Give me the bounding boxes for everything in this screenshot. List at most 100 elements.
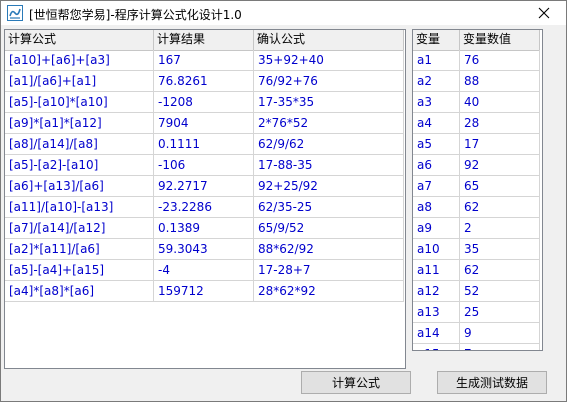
- variable-name-cell[interactable]: a1: [413, 50, 460, 71]
- confirm-cell[interactable]: 76/92+76: [254, 71, 404, 92]
- table-row[interactable]: a11 62: [413, 260, 540, 281]
- table-row[interactable]: [a5]-[a10]*[a10] -1208 17-35*35: [5, 92, 404, 113]
- variable-name-cell[interactable]: a15: [413, 344, 460, 350]
- formula-cell[interactable]: [a5]-[a2]-[a10]: [5, 155, 154, 176]
- result-cell[interactable]: 167: [154, 50, 254, 71]
- formula-grid[interactable]: 计算公式 计算结果 确认公式 [a10]+[a6]+[a3] 167 35+92…: [4, 29, 406, 369]
- confirm-cell[interactable]: 35+92+40: [254, 50, 404, 71]
- variable-value-cell[interactable]: 28: [460, 113, 540, 134]
- formula-cell[interactable]: [a5]-[a4]+[a15]: [5, 260, 154, 281]
- variable-value-cell[interactable]: 25: [460, 302, 540, 323]
- variable-value-cell[interactable]: 65: [460, 176, 540, 197]
- variable-name-cell[interactable]: a13: [413, 302, 460, 323]
- table-row[interactable]: a9 2: [413, 218, 540, 239]
- formula-cell[interactable]: [a11]/[a10]-[a13]: [5, 197, 154, 218]
- variable-grid[interactable]: 变量 变量数值 a1 76 a2 88 a3 40 a4 28 a5 17 a6 92 a7…: [412, 29, 543, 351]
- column-header-formula[interactable]: 计算公式: [5, 30, 154, 50]
- table-row[interactable]: a4 28: [413, 113, 540, 134]
- result-cell[interactable]: -1208: [154, 92, 254, 113]
- table-row[interactable]: [a7]/[a14]/[a12] 0.1389 65/9/52: [5, 218, 404, 239]
- table-row[interactable]: [a4]*[a8]*[a6] 159712 28*62*92: [5, 281, 404, 302]
- result-cell[interactable]: 7904: [154, 113, 254, 134]
- table-row[interactable]: [a9]*[a1]*[a12] 7904 2*76*52: [5, 113, 404, 134]
- variable-name-cell[interactable]: a2: [413, 71, 460, 92]
- variable-name-cell[interactable]: a3: [413, 92, 460, 113]
- variable-value-cell[interactable]: 7: [460, 344, 540, 350]
- result-cell[interactable]: 159712: [154, 281, 254, 302]
- variable-value-cell[interactable]: 35: [460, 239, 540, 260]
- result-cell[interactable]: -23.2286: [154, 197, 254, 218]
- variable-value-cell[interactable]: 62: [460, 260, 540, 281]
- table-row[interactable]: a13 25: [413, 302, 540, 323]
- result-cell[interactable]: 59.3043: [154, 239, 254, 260]
- variable-name-cell[interactable]: a7: [413, 176, 460, 197]
- confirm-cell[interactable]: 17-35*35: [254, 92, 404, 113]
- table-row[interactable]: [a10]+[a6]+[a3] 167 35+92+40: [5, 50, 404, 71]
- variable-value-cell[interactable]: 40: [460, 92, 540, 113]
- table-row[interactable]: [a5]-[a4]+[a15] -4 17-28+7: [5, 260, 404, 281]
- column-header-result[interactable]: 计算结果: [154, 30, 254, 50]
- variable-name-cell[interactable]: a12: [413, 281, 460, 302]
- table-row[interactable]: [a8]/[a14]/[a8] 0.1111 62/9/62: [5, 134, 404, 155]
- formula-cell[interactable]: [a8]/[a14]/[a8]: [5, 134, 154, 155]
- variable-value-cell[interactable]: 76: [460, 50, 540, 71]
- formula-cell[interactable]: [a5]-[a10]*[a10]: [5, 92, 154, 113]
- confirm-cell[interactable]: 17-88-35: [254, 155, 404, 176]
- generate-test-data-button[interactable]: 生成测试数据: [437, 371, 547, 394]
- table-row[interactable]: a8 62: [413, 197, 540, 218]
- formula-cell[interactable]: [a2]*[a11]/[a6]: [5, 239, 154, 260]
- result-cell[interactable]: -4: [154, 260, 254, 281]
- formula-cell[interactable]: [a9]*[a1]*[a12]: [5, 113, 154, 134]
- calculate-formula-button[interactable]: 计算公式: [301, 371, 411, 394]
- formula-cell[interactable]: [a4]*[a8]*[a6]: [5, 281, 154, 302]
- title-bar[interactable]: [世恒帮您学易]-程序计算公式化设计1.0: [1, 1, 566, 25]
- formula-cell[interactable]: [a10]+[a6]+[a3]: [5, 50, 154, 71]
- confirm-cell[interactable]: 2*76*52: [254, 113, 404, 134]
- variable-value-cell[interactable]: 88: [460, 71, 540, 92]
- table-row[interactable]: a14 9: [413, 323, 540, 344]
- variable-name-cell[interactable]: a9: [413, 218, 460, 239]
- variable-name-cell[interactable]: a5: [413, 134, 460, 155]
- confirm-cell[interactable]: 92+25/92: [254, 176, 404, 197]
- table-row[interactable]: a157: [413, 344, 540, 350]
- variable-name-cell[interactable]: a14: [413, 323, 460, 344]
- table-row[interactable]: [a5]-[a2]-[a10] -106 17-88-35: [5, 155, 404, 176]
- result-cell[interactable]: -106: [154, 155, 254, 176]
- table-row[interactable]: [a2]*[a11]/[a6] 59.3043 88*62/92: [5, 239, 404, 260]
- variable-value-cell[interactable]: 17: [460, 134, 540, 155]
- variable-name-cell[interactable]: a10: [413, 239, 460, 260]
- table-row[interactable]: a1 76: [413, 50, 540, 71]
- confirm-cell[interactable]: 65/9/52: [254, 218, 404, 239]
- variable-value-cell[interactable]: 9: [460, 323, 540, 344]
- column-header-variable-value[interactable]: 变量数值: [460, 30, 540, 50]
- confirm-cell[interactable]: 62/35-25: [254, 197, 404, 218]
- confirm-cell[interactable]: 17-28+7: [254, 260, 404, 281]
- close-button[interactable]: [521, 1, 566, 25]
- column-header-variable[interactable]: 变量: [413, 30, 460, 50]
- variable-value-cell[interactable]: 2: [460, 218, 540, 239]
- variable-name-cell[interactable]: a8: [413, 197, 460, 218]
- table-row[interactable]: a6 92: [413, 155, 540, 176]
- table-row[interactable]: a7 65: [413, 176, 540, 197]
- variable-value-cell[interactable]: 92: [460, 155, 540, 176]
- formula-cell[interactable]: [a6]+[a13]/[a6]: [5, 176, 154, 197]
- table-row[interactable]: a12 52: [413, 281, 540, 302]
- formula-cell[interactable]: [a1]/[a6]+[a1]: [5, 71, 154, 92]
- variable-value-cell[interactable]: 62: [460, 197, 540, 218]
- variable-name-cell[interactable]: a4: [413, 113, 460, 134]
- table-row[interactable]: a2 88: [413, 71, 540, 92]
- table-row[interactable]: a5 17: [413, 134, 540, 155]
- table-row[interactable]: a10 35: [413, 239, 540, 260]
- column-header-confirm[interactable]: 确认公式: [254, 30, 404, 50]
- confirm-cell[interactable]: 28*62*92: [254, 281, 404, 302]
- variable-name-cell[interactable]: a6: [413, 155, 460, 176]
- result-cell[interactable]: 76.8261: [154, 71, 254, 92]
- table-row[interactable]: [a6]+[a13]/[a6] 92.2717 92+25/92: [5, 176, 404, 197]
- variable-value-cell[interactable]: 52: [460, 281, 540, 302]
- variable-name-cell[interactable]: a11: [413, 260, 460, 281]
- formula-cell[interactable]: [a7]/[a14]/[a12]: [5, 218, 154, 239]
- table-row[interactable]: [a1]/[a6]+[a1] 76.8261 76/92+76: [5, 71, 404, 92]
- confirm-cell[interactable]: 88*62/92: [254, 239, 404, 260]
- table-row[interactable]: a3 40: [413, 92, 540, 113]
- result-cell[interactable]: 0.1389: [154, 218, 254, 239]
